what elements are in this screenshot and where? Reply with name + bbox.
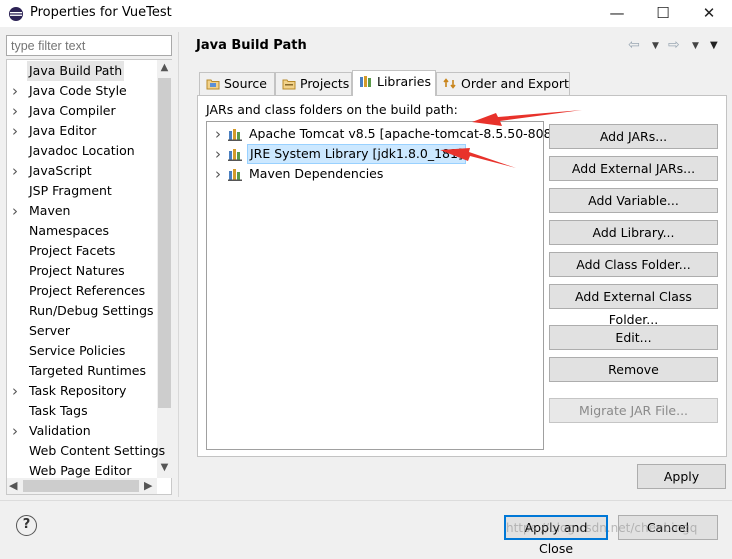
- migrate-jar-button[interactable]: Migrate JAR File...: [549, 398, 718, 423]
- tree-item-label: JSP Fragment: [29, 183, 112, 198]
- chevron-down-icon[interactable]: ▼: [652, 41, 659, 51]
- tree-item-label: Project References: [29, 283, 146, 298]
- expand-arrow-icon[interactable]: ›: [215, 144, 221, 164]
- tab-label: Order and Export: [461, 76, 569, 91]
- expand-arrow-icon[interactable]: ›: [215, 164, 221, 184]
- tree-item-label: Run/Debug Settings: [29, 303, 154, 318]
- tree-item-label: Web Content Settings: [29, 443, 166, 458]
- tree-item-label: Java Build Path: [27, 61, 125, 81]
- expand-arrow-icon[interactable]: ›: [12, 161, 22, 181]
- expand-arrow-icon[interactable]: ›: [12, 81, 22, 101]
- projects-icon: [282, 79, 296, 90]
- scroll-left-icon[interactable]: ◀: [9, 478, 17, 494]
- tree-item-label: Validation: [29, 423, 91, 438]
- tree-vertical-scrollbar[interactable]: ▲ ▼: [157, 60, 172, 478]
- library-icon: [228, 149, 242, 161]
- tab-libraries[interactable]: Libraries: [352, 70, 436, 96]
- remove-button[interactable]: Remove: [549, 357, 718, 382]
- minimize-button[interactable]: —: [594, 0, 640, 27]
- property-page-tree: ▲ ▼ ◀ ▶ Java Build Path › Java Code Style ›…: [6, 59, 172, 495]
- library-icon: [228, 169, 242, 181]
- library-icon: [228, 129, 242, 141]
- forward-arrow-icon[interactable]: ⇨: [668, 37, 680, 53]
- maximize-button[interactable]: ☐: [640, 0, 686, 27]
- build-path-label: JARs and class folders on the build path…: [206, 102, 458, 117]
- add-class-folder-button[interactable]: Add Class Folder...: [549, 252, 718, 277]
- tab-source[interactable]: Source: [199, 72, 275, 95]
- window-title: Properties for VueTest: [30, 5, 172, 20]
- scroll-down-icon[interactable]: ▼: [157, 460, 172, 476]
- expand-arrow-icon[interactable]: ›: [12, 101, 22, 121]
- footer-divider: [0, 500, 732, 501]
- tree-item-label: Server: [29, 323, 70, 338]
- tree-item-label: Javadoc Location: [29, 143, 135, 158]
- order-export-icon: [443, 78, 456, 89]
- add-library-button[interactable]: Add Library...: [549, 220, 718, 245]
- tree-item-label: Java Editor: [29, 123, 97, 138]
- library-label: Maven Dependencies: [249, 166, 384, 181]
- tree-item-label: Maven: [29, 203, 71, 218]
- tree-item-label: Java Code Style: [29, 83, 127, 98]
- add-variable-button[interactable]: Add Variable...: [549, 188, 718, 213]
- help-icon[interactable]: ?: [16, 515, 37, 536]
- expand-arrow-icon[interactable]: ›: [12, 381, 22, 401]
- chevron-down-icon[interactable]: ▼: [692, 41, 699, 51]
- tab-projects[interactable]: Projects: [275, 72, 352, 95]
- view-menu-icon[interactable]: ▼: [710, 40, 718, 51]
- title-bar: Properties for VueTest — ☐ ✕: [0, 0, 732, 27]
- expand-arrow-icon[interactable]: ›: [12, 121, 22, 141]
- page-title: Java Build Path: [196, 38, 307, 53]
- filter-input[interactable]: [6, 35, 172, 56]
- tree-item-label: JavaScript: [29, 163, 92, 178]
- expand-arrow-icon[interactable]: ›: [215, 124, 221, 144]
- tree-item-label: Task Repository: [29, 383, 127, 398]
- tab-label: Projects: [300, 76, 350, 91]
- panel-divider[interactable]: [178, 32, 179, 497]
- back-arrow-icon[interactable]: ⇦: [628, 37, 640, 53]
- library-label: JRE System Library [jdk1.8.0_181]: [247, 144, 466, 164]
- add-external-jars-button[interactable]: Add External JARs...: [549, 156, 718, 181]
- add-external-class-folder-button[interactable]: Add External Class Folder...: [549, 284, 718, 327]
- scroll-thumb[interactable]: [158, 78, 171, 408]
- scroll-up-icon[interactable]: ▲: [157, 60, 172, 76]
- tree-item-label: Java Compiler: [29, 103, 116, 118]
- tab-label: Source: [224, 76, 267, 91]
- library-label: Apache Tomcat v8.5 [apache-tomcat-8.5.50…: [249, 126, 565, 141]
- eclipse-app-icon: [9, 7, 23, 21]
- expand-arrow-icon[interactable]: ›: [12, 421, 22, 441]
- tree-item-label: Namespaces: [29, 223, 110, 238]
- tree-item-label: Service Policies: [29, 343, 126, 358]
- scroll-thumb[interactable]: [23, 480, 139, 492]
- tab-label: Libraries: [377, 74, 431, 89]
- tree-item-label: Project Natures: [29, 263, 125, 278]
- libraries-icon: [360, 76, 371, 87]
- tree-item-label: Web Page Editor: [29, 463, 132, 478]
- scroll-right-icon[interactable]: ▶: [144, 478, 152, 494]
- library-list: › Apache Tomcat v8.5 [apache-tomcat-8.5.5…: [206, 121, 564, 450]
- close-button[interactable]: ✕: [686, 0, 732, 27]
- tree-item-label: Task Tags: [29, 403, 88, 418]
- tree-item-label: Project Facets: [29, 243, 116, 258]
- edit-button[interactable]: Edit...: [549, 325, 718, 350]
- watermark: https://blog.csdn.net/chenbingq: [506, 521, 698, 535]
- expand-arrow-icon[interactable]: ›: [12, 201, 22, 221]
- add-jars-button[interactable]: Add JARs...: [549, 124, 718, 149]
- apply-button[interactable]: Apply: [637, 464, 726, 489]
- tree-item-label: Targeted Runtimes: [29, 363, 146, 378]
- source-folder-icon: [206, 79, 220, 90]
- tab-order-and-export[interactable]: Order and Export: [436, 72, 570, 95]
